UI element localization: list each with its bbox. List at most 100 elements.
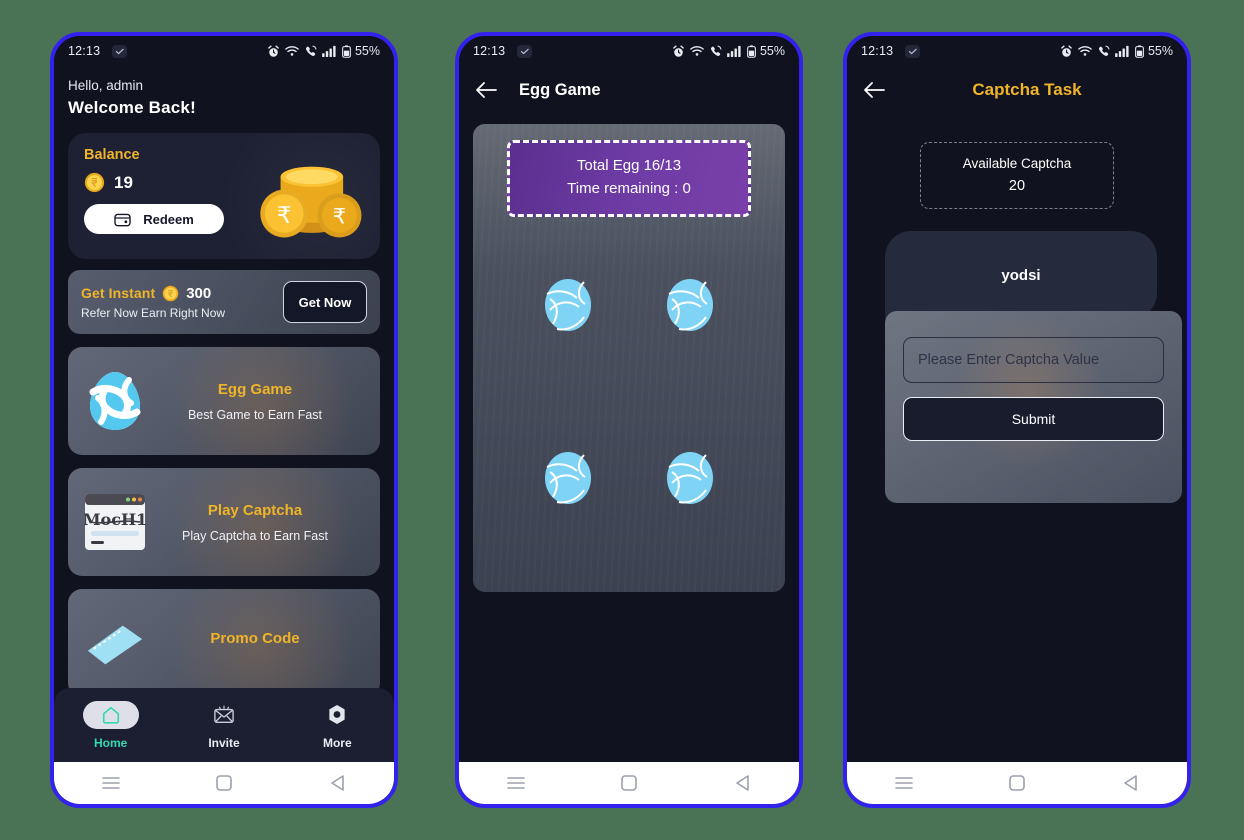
status-icons: 55% (267, 44, 380, 58)
feature-subtitle: Play Captcha to Earn Fast (182, 528, 328, 543)
feature-subtitle: Best Game to Earn Fast (187, 407, 323, 422)
recents-icon[interactable] (874, 776, 934, 790)
page-title: Egg Game (519, 80, 601, 99)
arrow-left-icon[interactable] (863, 81, 885, 99)
nav-label-home: Home (93, 735, 128, 750)
phone-home-screen: 12:13 55% Hello, admin Welcome Back! Bal… (50, 32, 398, 808)
status-bar: 12:13 55% (847, 36, 1187, 66)
android-nav-bar (459, 762, 799, 804)
alarm-icon (268, 45, 279, 57)
egg-swirl-icon (84, 370, 146, 432)
nav-item-home[interactable]: Home (54, 700, 167, 750)
app-bar: Captcha Task (847, 66, 1187, 114)
battery-icon (747, 44, 756, 58)
android-nav-bar (847, 762, 1187, 804)
check-badge-icon (517, 44, 533, 58)
back-triangle-icon[interactable] (1100, 775, 1160, 791)
get-now-button[interactable]: Get Now (283, 281, 367, 323)
balance-amount-row: 19 (84, 172, 364, 193)
redeem-button[interactable]: Redeem (84, 204, 224, 234)
greeting-block: Hello, admin Welcome Back! (68, 78, 380, 118)
home-square-icon[interactable] (194, 775, 254, 791)
egg-swirl-icon[interactable] (666, 447, 714, 510)
egg-swirl-icon[interactable] (666, 274, 714, 337)
cellular-bars-icon (1115, 45, 1129, 57)
refer-amount: 300 (186, 284, 212, 302)
app-bar: Egg Game (459, 66, 799, 114)
egg-grid (473, 274, 785, 510)
feature-card-promo-code[interactable]: Promo Code (68, 589, 380, 697)
wifi-icon (285, 46, 299, 56)
home-square-icon[interactable] (987, 775, 1047, 791)
coin-icon (162, 285, 179, 301)
status-bar: 12:13 55% (54, 36, 394, 66)
captcha-task-content: Captcha Task Available Captcha 20 yodsi … (847, 66, 1187, 762)
refer-subtitle: Refer Now Earn Right Now (81, 305, 226, 320)
redeem-label: Redeem (143, 211, 194, 227)
egg-swirl-icon[interactable] (544, 447, 592, 510)
battery-percent: 55% (354, 44, 380, 58)
total-egg-text: Total Egg 16/13 (576, 157, 682, 174)
phone-egg-game-screen: 12:13 55% Egg Game Total Egg 16/13 Time … (455, 32, 803, 808)
battery-percent: 55% (1147, 44, 1173, 58)
status-icons: 55% (1060, 44, 1173, 58)
time-remaining-text: Time remaining : 0 (567, 180, 691, 198)
check-badge-icon (112, 44, 128, 58)
feature-title: Play Captcha (207, 501, 303, 519)
wallet-icon (114, 213, 131, 226)
balance-title: Balance (84, 147, 140, 163)
captcha-form-panel: Submit (885, 311, 1182, 503)
screenshot-stage: 12:13 55% Hello, admin Welcome Back! Bal… (0, 0, 1244, 840)
back-triangle-icon[interactable] (307, 775, 367, 791)
phone-captcha-task-screen: 12:13 55% Captcha Task Available Captcha… (843, 32, 1191, 808)
captcha-area: yodsi Submit (861, 231, 1173, 503)
wifi-icon (1078, 46, 1092, 56)
egg-swirl-icon[interactable] (544, 274, 592, 337)
available-captcha-box: Available Captcha 20 (920, 142, 1114, 209)
svg-text:₹: ₹ (333, 204, 346, 229)
status-time: 12:13 (861, 44, 894, 58)
home-icon (82, 700, 139, 729)
nav-item-invite[interactable]: Invite (167, 701, 280, 750)
recents-icon[interactable] (486, 776, 546, 790)
status-time: 12:13 (68, 44, 101, 58)
back-triangle-icon[interactable] (712, 775, 772, 791)
nav-item-more[interactable]: More (281, 701, 394, 750)
android-nav-bar (54, 762, 394, 804)
feature-title: Egg Game (217, 380, 293, 398)
ticket-icon (84, 612, 146, 674)
cellular-bars-icon (727, 45, 741, 57)
coin-stack-illustration: ₹ ₹ (260, 166, 362, 238)
recents-icon[interactable] (81, 776, 141, 790)
refer-banner: Get Instant 300 Refer Now Earn Right Now… (68, 270, 380, 334)
call-signal-icon (305, 45, 317, 56)
feature-card-egg-game[interactable]: Egg Game Best Game to Earn Fast (68, 347, 380, 455)
battery-icon (1135, 44, 1144, 58)
captcha-input[interactable] (903, 337, 1164, 383)
nav-label-more: More (322, 735, 352, 750)
bottom-navigation: Home Invite More (54, 688, 394, 762)
svg-text:₹: ₹ (277, 203, 292, 229)
egg-status-panel: Total Egg 16/13 Time remaining : 0 (507, 140, 751, 217)
available-captcha-label: Available Captcha (962, 156, 1072, 171)
home-square-icon[interactable] (599, 775, 659, 791)
hexagon-icon (327, 701, 347, 729)
status-icons: 55% (672, 44, 785, 58)
balance-amount: 19 (114, 172, 133, 192)
welcome-title: Welcome Back! (68, 98, 196, 117)
svg-text:MocH1: MocH1 (84, 510, 146, 529)
battery-percent: 55% (759, 44, 785, 58)
submit-button[interactable]: Submit (903, 397, 1164, 441)
battery-icon (342, 44, 351, 58)
captcha-text: yodsi (1001, 266, 1041, 284)
egg-game-board: Total Egg 16/13 Time remaining : 0 (473, 124, 785, 592)
captcha-image: yodsi (885, 231, 1157, 319)
call-signal-icon (1098, 45, 1110, 56)
captcha-browser-icon: MocH1 (84, 491, 146, 553)
refer-title: Get Instant (81, 285, 156, 301)
egg-game-content: Egg Game Total Egg 16/13 Time remaining … (459, 66, 799, 762)
feature-card-play-captcha[interactable]: MocH1 Play Captcha Play Captcha to Earn … (68, 468, 380, 576)
arrow-left-icon[interactable] (475, 81, 497, 99)
greeting-text: Hello, admin (68, 78, 144, 93)
alarm-icon (673, 45, 684, 57)
